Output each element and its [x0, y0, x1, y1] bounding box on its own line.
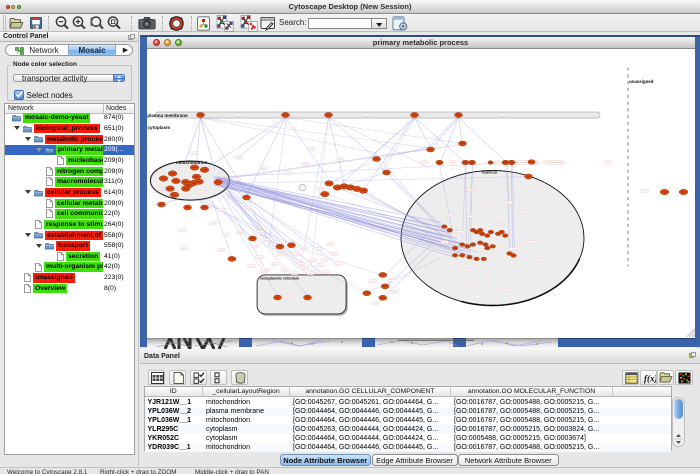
svg-text:unassigned: unassigned	[629, 79, 654, 84]
svg-text:cytoplasm: cytoplasm	[147, 125, 170, 130]
svg-text:endoplasmic reticulum: endoplasmic reticulum	[260, 276, 299, 280]
svg-text:nucleus: nucleus	[482, 169, 498, 174]
svg-text:f(x): f(x)	[644, 374, 656, 384]
svg-text:mitochondrion: mitochondrion	[176, 160, 208, 165]
svg-text:plasma membrane: plasma membrane	[147, 112, 188, 117]
